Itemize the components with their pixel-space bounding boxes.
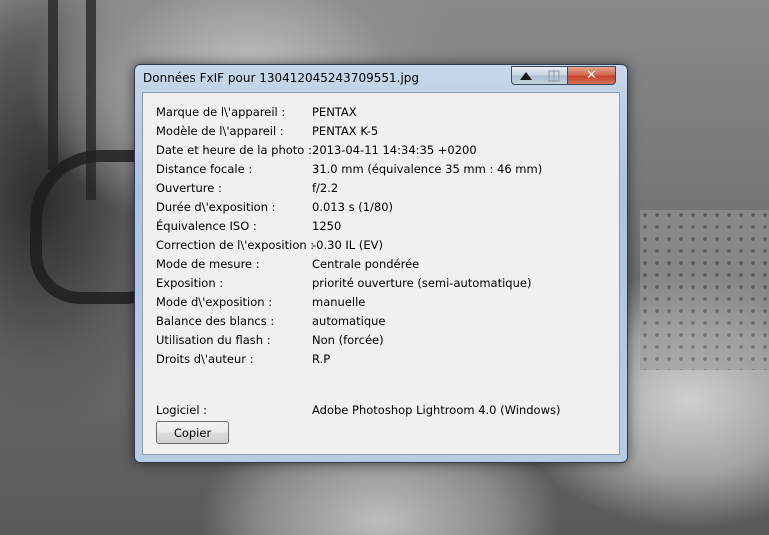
exif-label: Durée d\'exposition :: [156, 200, 276, 214]
exif-value: Centrale pondérée: [312, 257, 420, 271]
exif-label: Modèle de l\'appareil :: [156, 124, 284, 138]
window-title: Données FxIF pour 130412045243709551.jpg: [143, 71, 420, 85]
maximize-button[interactable]: [540, 66, 568, 85]
exif-label: Date et heure de la photo :: [156, 143, 312, 157]
close-button[interactable]: ✕: [568, 66, 616, 85]
exif-value: Non (forcée): [312, 333, 384, 347]
exif-value: R.P: [312, 352, 331, 366]
exif-label: Droits d\'auteur :: [156, 352, 254, 366]
exif-label: Utilisation du flash :: [156, 333, 271, 347]
exif-label: Distance focale :: [156, 162, 253, 176]
background-rail: [86, 0, 96, 200]
exif-value: f/2.2: [312, 181, 339, 195]
close-icon: ✕: [586, 68, 597, 83]
exif-value: automatique: [312, 314, 386, 328]
exif-value: PENTAX: [312, 105, 357, 119]
exif-value: manuelle: [312, 295, 366, 309]
software-value: Adobe Photoshop Lightroom 4.0 (Windows): [312, 403, 561, 417]
exif-label: Mode d\'exposition :: [156, 295, 273, 309]
exif-value: PENTAX K-5: [312, 124, 379, 138]
exif-label: Mode de mesure :: [156, 257, 260, 271]
exif-value: 2013-04-11 14:34:35 +0200: [312, 143, 477, 157]
exif-label: Balance des blancs :: [156, 314, 275, 328]
exif-value: 1250: [312, 219, 342, 233]
exif-label: Marque de l\'appareil :: [156, 105, 286, 119]
software-label: Logiciel :: [156, 403, 208, 417]
minimize-icon: [520, 71, 532, 80]
exif-label: Équivalence ISO :: [156, 219, 257, 233]
exif-label: Ouverture :: [156, 181, 222, 195]
exif-dialog-window: Données FxIF pour 130412045243709551.jpg…: [134, 64, 628, 463]
copy-button[interactable]: Copier: [156, 421, 229, 444]
title-bar[interactable]: Données FxIF pour 130412045243709551.jpg…: [135, 65, 627, 91]
exif-value: -0.30 IL (EV): [312, 238, 383, 252]
exif-value: 31.0 mm (équivalence 35 mm : 46 mm): [312, 162, 543, 176]
maximize-icon: [548, 70, 559, 81]
minimize-button[interactable]: [511, 66, 541, 85]
exif-content-panel: Marque de l\'appareil : PENTAX Modèle de…: [142, 92, 620, 455]
exif-value: priorité ouverture (semi-automatique): [312, 276, 532, 290]
exif-value: 0.013 s (1/80): [312, 200, 394, 214]
background-fabric: [640, 210, 769, 370]
exif-label: Exposition :: [156, 276, 224, 290]
exif-label: Correction de l\'exposition :: [156, 238, 315, 252]
background-rail: [48, 0, 58, 170]
